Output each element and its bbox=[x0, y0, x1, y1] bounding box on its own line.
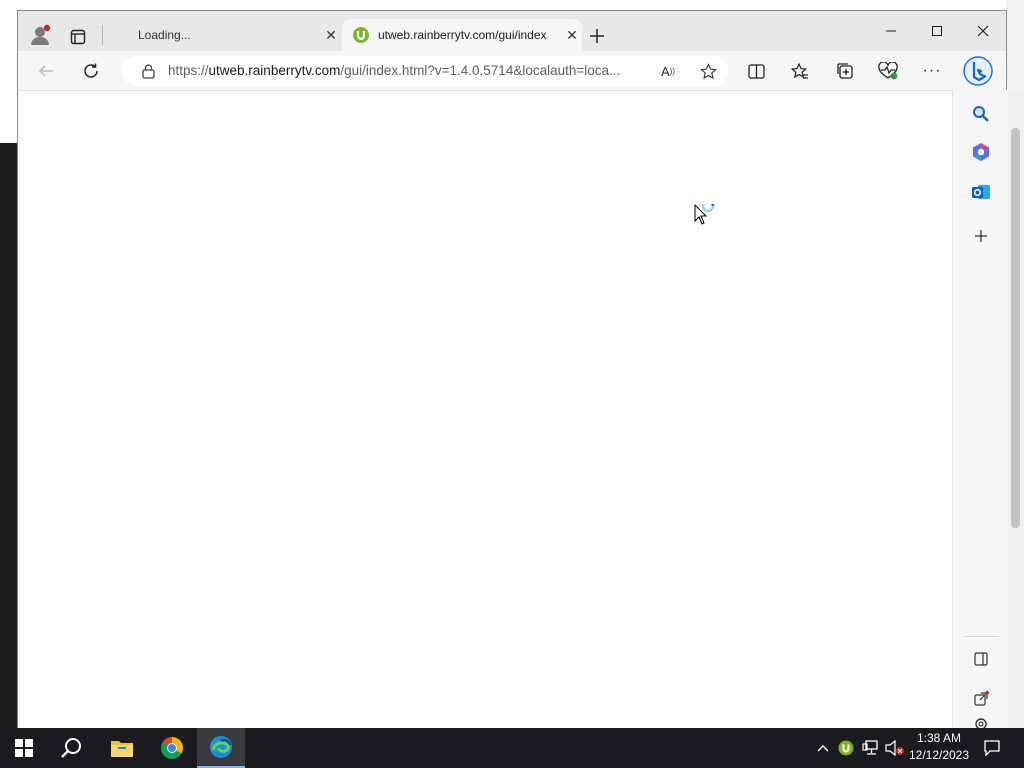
chrome-icon bbox=[161, 737, 183, 759]
browser-essentials-icon[interactable] bbox=[876, 59, 900, 83]
tab-separator bbox=[102, 25, 103, 45]
tab-title: utweb.rainberrytv.com/gui/index bbox=[378, 28, 547, 42]
sidebar-divider bbox=[963, 636, 999, 637]
address-bar[interactable]: https://utweb.rainberrytv.com/gui/index.… bbox=[122, 56, 728, 86]
chevron-up-icon bbox=[817, 745, 829, 752]
star-icon[interactable] bbox=[698, 61, 718, 81]
tab-utweb[interactable]: utweb.rainberrytv.com/gui/index ✕ bbox=[342, 19, 582, 51]
desktop-edge bbox=[0, 143, 18, 728]
minimize-button[interactable] bbox=[868, 11, 914, 51]
lock-icon[interactable] bbox=[140, 63, 156, 79]
edge-button[interactable] bbox=[197, 728, 245, 768]
url-text[interactable]: https://utweb.rainberrytv.com/gui/index.… bbox=[168, 63, 648, 78]
taskbar: 1:38 AM 12/12/2023 bbox=[0, 728, 1024, 768]
plus-icon bbox=[590, 29, 604, 43]
search-icon[interactable] bbox=[969, 102, 993, 126]
notification-icon bbox=[984, 740, 1000, 756]
edge-icon bbox=[210, 736, 232, 758]
office-icon[interactable] bbox=[969, 140, 993, 164]
start-icon bbox=[15, 739, 33, 757]
volume-muted-icon[interactable] bbox=[884, 728, 906, 768]
close-icon[interactable]: ✕ bbox=[321, 25, 341, 45]
clock-time: 1:38 AM bbox=[916, 731, 962, 745]
file-explorer-icon bbox=[111, 741, 133, 757]
profile-avatar-icon[interactable] bbox=[28, 23, 52, 47]
maximize-icon bbox=[932, 26, 942, 36]
close-icon[interactable]: ✕ bbox=[562, 25, 582, 45]
background-scrollbar-thumb[interactable] bbox=[1011, 128, 1020, 528]
tab-loading[interactable]: Loading... ✕ bbox=[126, 19, 341, 51]
busy-cursor-icon bbox=[694, 199, 720, 229]
url-host: utweb.rainberrytv.com bbox=[208, 63, 341, 78]
bing-copilot-icon[interactable] bbox=[962, 55, 994, 87]
edge-sidebar bbox=[952, 90, 1008, 730]
navigation-toolbar: https://utweb.rainberrytv.com/gui/index.… bbox=[18, 51, 1006, 91]
utorrent-favicon-icon bbox=[352, 26, 370, 44]
close-window-button[interactable] bbox=[960, 11, 1006, 51]
external-link-icon[interactable] bbox=[969, 687, 993, 711]
tab-actions-icon[interactable] bbox=[66, 25, 90, 49]
start-button[interactable] bbox=[0, 728, 48, 768]
taskbar-clock[interactable]: 1:38 AM 12/12/2023 bbox=[905, 730, 973, 766]
file-explorer-button[interactable] bbox=[98, 728, 146, 768]
browser-window: Loading... ✕ utweb.rainberrytv.com/gui/i… bbox=[17, 10, 1008, 730]
tab-title: Loading... bbox=[138, 28, 191, 42]
page-content[interactable] bbox=[18, 90, 952, 729]
maximize-button[interactable] bbox=[914, 11, 960, 51]
utorrent-tray-icon[interactable] bbox=[836, 728, 856, 768]
sidebar-toggle-icon[interactable] bbox=[969, 647, 993, 671]
url-path: /gui/index.html?v=1.4.0.5714&localauth=l… bbox=[340, 63, 621, 78]
chrome-button[interactable] bbox=[148, 728, 196, 768]
refresh-icon[interactable] bbox=[79, 59, 103, 83]
search-icon bbox=[61, 738, 81, 758]
show-hidden-icons-button[interactable] bbox=[814, 728, 832, 768]
tab-bar: Loading... ✕ utweb.rainberrytv.com/gui/i… bbox=[18, 11, 1006, 51]
clock-date: 12/12/2023 bbox=[908, 748, 970, 762]
network-icon[interactable] bbox=[860, 728, 882, 768]
notifications-button[interactable] bbox=[980, 728, 1004, 768]
more-icon[interactable]: ··· bbox=[920, 59, 944, 83]
minimize-icon bbox=[886, 30, 896, 32]
read-aloud-icon[interactable]: A)) bbox=[658, 61, 678, 81]
back-arrow-icon[interactable] bbox=[34, 59, 58, 83]
split-screen-icon[interactable] bbox=[744, 59, 768, 83]
new-tab-button[interactable] bbox=[586, 25, 608, 47]
collections-icon[interactable] bbox=[833, 59, 857, 83]
favorites-icon[interactable] bbox=[788, 59, 812, 83]
url-scheme: https:// bbox=[168, 63, 209, 78]
close-icon bbox=[977, 25, 989, 37]
taskbar-search-button[interactable] bbox=[48, 728, 96, 768]
outlook-icon[interactable] bbox=[969, 180, 993, 204]
add-icon[interactable] bbox=[969, 224, 993, 248]
